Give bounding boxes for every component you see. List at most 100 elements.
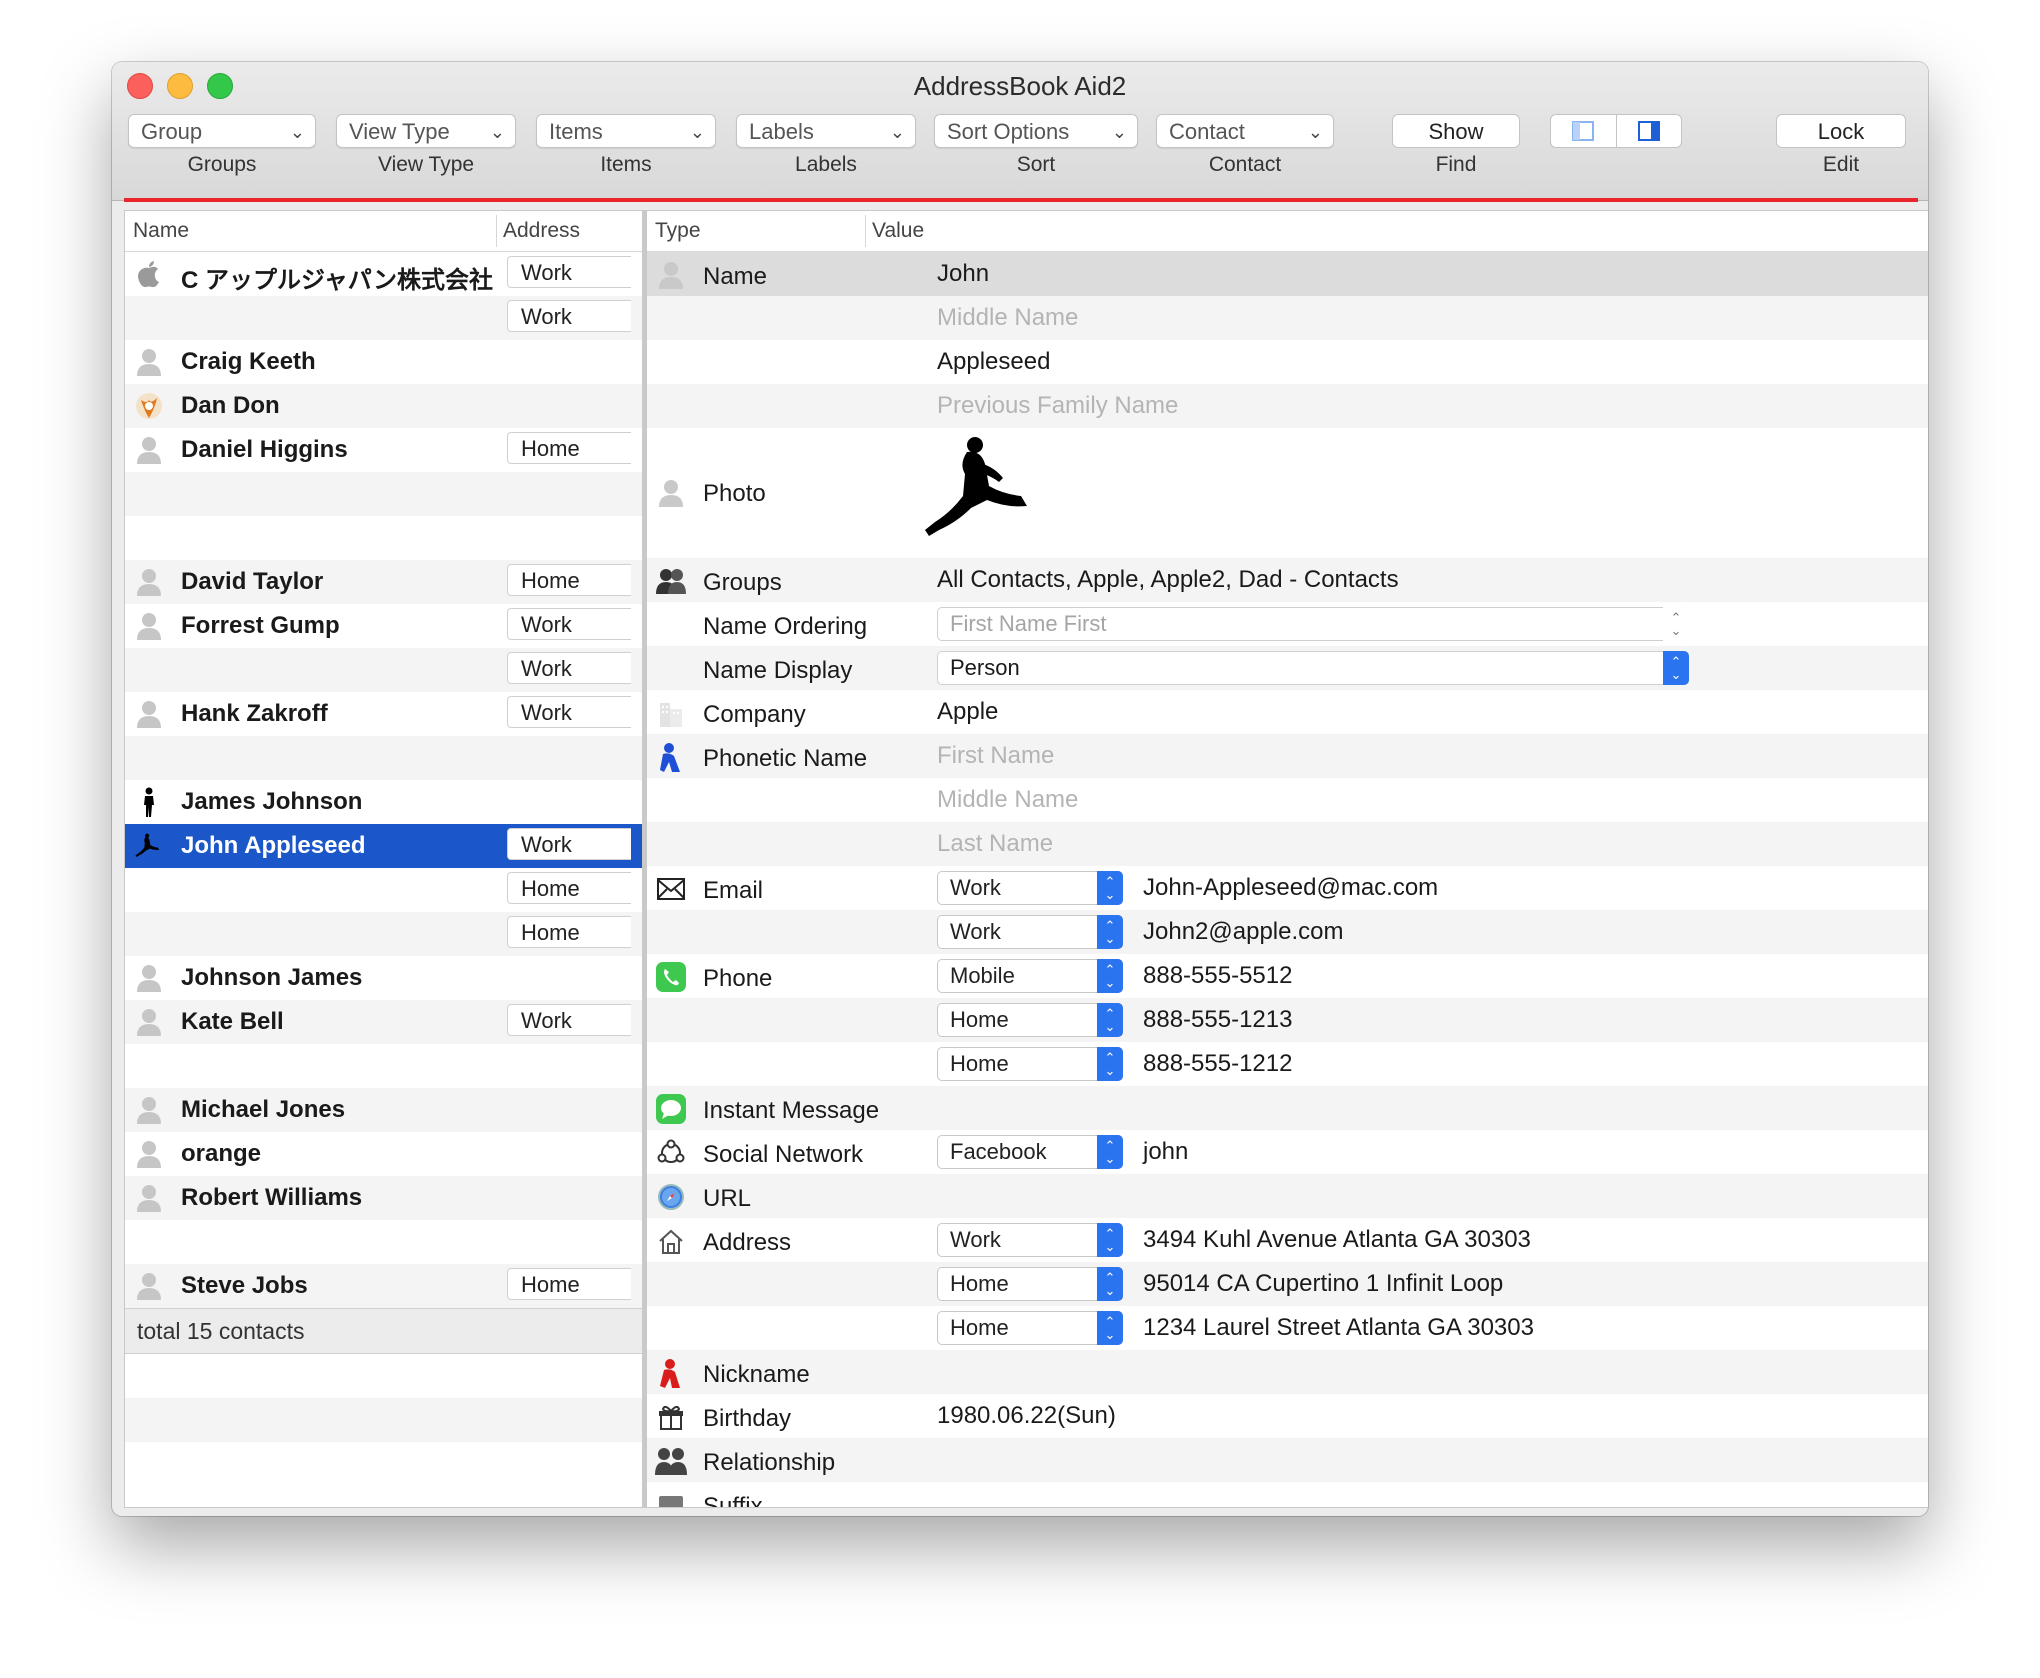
address-label-tag[interactable]: Work bbox=[507, 696, 631, 728]
address-value[interactable]: 1234 Laurel Street Atlanta GA 30303 bbox=[1143, 1314, 1534, 1342]
phone-label-popup[interactable]: Mobile ⌃ ⌄ bbox=[937, 959, 1123, 993]
nickname-row[interactable]: Nickname bbox=[647, 1350, 1928, 1394]
contact-row[interactable]: Johnson James bbox=[125, 956, 643, 1000]
address-label-tag[interactable]: Work bbox=[507, 256, 631, 288]
email-row[interactable]: Email Work ⌃ ⌄ John-Appleseed@mac.com bbox=[647, 866, 1928, 910]
address-label-tag[interactable]: Home bbox=[507, 564, 631, 596]
contact-row[interactable] bbox=[125, 736, 643, 780]
last-name-row[interactable]: Appleseed bbox=[647, 340, 1928, 384]
social-network-label-popup[interactable]: Facebook ⌃ ⌄ bbox=[937, 1135, 1123, 1169]
first-name-value[interactable]: John bbox=[937, 260, 989, 288]
phonetic-last-name-placeholder[interactable]: Last Name bbox=[937, 830, 1053, 858]
address-label-tag[interactable]: Home bbox=[507, 432, 631, 464]
contact-row[interactable]: Work bbox=[125, 648, 643, 692]
groups-row[interactable]: Groups All Contacts, Apple, Apple2, Dad … bbox=[647, 558, 1928, 602]
contact-row[interactable] bbox=[125, 472, 643, 516]
address-label-tag[interactable]: Home bbox=[507, 916, 631, 948]
group-popup[interactable]: Group ⌄ bbox=[128, 114, 316, 148]
social-network-row[interactable]: Social Network Facebook ⌃ ⌄ john bbox=[647, 1130, 1928, 1174]
phone-value[interactable]: 888-555-1212 bbox=[1143, 1050, 1292, 1078]
phone-value[interactable]: 888-555-1213 bbox=[1143, 1006, 1292, 1034]
suffix-row[interactable]: Suffix bbox=[647, 1482, 1928, 1507]
contact-row[interactable] bbox=[125, 516, 643, 560]
left-pane-icon[interactable] bbox=[1551, 115, 1617, 147]
address-label-popup[interactable]: Home ⌃ ⌄ bbox=[937, 1311, 1123, 1345]
birthday-row[interactable]: Birthday 1980.06.22(Sun) bbox=[647, 1394, 1928, 1438]
phone-row[interactable]: Home ⌃ ⌄ 888-555-1212 bbox=[647, 1042, 1928, 1086]
phone-label-popup[interactable]: Home ⌃ ⌄ bbox=[937, 1003, 1123, 1037]
value-column-header[interactable]: Value bbox=[872, 219, 924, 243]
address-value[interactable]: 3494 Kuhl Avenue Atlanta GA 30303 bbox=[1143, 1226, 1531, 1254]
previous-family-name-row[interactable]: Previous Family Name bbox=[647, 384, 1928, 428]
items-popup[interactable]: Items ⌄ bbox=[536, 114, 716, 148]
contact-row[interactable]: Home bbox=[125, 912, 643, 956]
address-label-tag[interactable]: Work bbox=[507, 652, 631, 684]
company-value[interactable]: Apple bbox=[937, 698, 998, 726]
contact-photo[interactable] bbox=[923, 434, 1043, 549]
address-row[interactable]: Home ⌃ ⌄ 1234 Laurel Street Atlanta GA 303… bbox=[647, 1306, 1928, 1350]
birthday-value[interactable]: 1980.06.22(Sun) bbox=[937, 1402, 1116, 1430]
contact-row[interactable]: Daniel Higgins Home bbox=[125, 428, 643, 472]
url-row[interactable]: URL bbox=[647, 1174, 1928, 1218]
company-row[interactable]: Company Apple bbox=[647, 690, 1928, 734]
type-column-header[interactable]: Type bbox=[655, 219, 701, 243]
contact-row[interactable]: Steve Jobs Home bbox=[125, 1264, 643, 1308]
address-row[interactable]: Address Work ⌃ ⌄ 3494 Kuhl Avenue Atlanta … bbox=[647, 1218, 1928, 1262]
show-button[interactable]: Show bbox=[1392, 114, 1520, 148]
address-value[interactable]: 95014 CA Cupertino 1 Infinit Loop bbox=[1143, 1270, 1503, 1298]
address-label-tag[interactable]: Work bbox=[507, 608, 631, 640]
name-display-popup[interactable]: Person ⌃ ⌄ bbox=[937, 651, 1689, 685]
email-label-popup[interactable]: Work ⌃ ⌄ bbox=[937, 915, 1123, 949]
contact-row[interactable]: C アップルジャパン株式会社 Work bbox=[125, 252, 643, 296]
phonetic-middle-name-row[interactable]: Middle Name bbox=[647, 778, 1928, 822]
contact-row[interactable]: Robert Williams bbox=[125, 1176, 643, 1220]
name-column-header[interactable]: Name bbox=[133, 219, 189, 243]
address-label-popup[interactable]: Home ⌃ ⌄ bbox=[937, 1267, 1123, 1301]
name-row[interactable]: Name John bbox=[647, 252, 1928, 296]
contact-popup[interactable]: Contact ⌄ bbox=[1156, 114, 1334, 148]
lock-button[interactable]: Lock bbox=[1776, 114, 1906, 148]
phonetic-middle-name-placeholder[interactable]: Middle Name bbox=[937, 786, 1078, 814]
contact-row[interactable]: Michael Jones bbox=[125, 1088, 643, 1132]
phone-label-popup[interactable]: Home ⌃ ⌄ bbox=[937, 1047, 1123, 1081]
contact-row[interactable] bbox=[125, 1044, 643, 1088]
email-value[interactable]: John-Appleseed@mac.com bbox=[1143, 874, 1438, 902]
address-row[interactable]: Home ⌃ ⌄ 95014 CA Cupertino 1 Infinit Loop bbox=[647, 1262, 1928, 1306]
contact-row[interactable]: Craig Keeth bbox=[125, 340, 643, 384]
middle-name-row[interactable]: Middle Name bbox=[647, 296, 1928, 340]
contact-row[interactable]: James Johnson bbox=[125, 780, 643, 824]
previous-family-name-placeholder[interactable]: Previous Family Name bbox=[937, 392, 1178, 420]
column-separator[interactable] bbox=[865, 215, 866, 247]
address-label-tag[interactable]: Home bbox=[507, 872, 631, 904]
address-label-popup[interactable]: Work ⌃ ⌄ bbox=[937, 1223, 1123, 1257]
address-label-tag[interactable]: Work bbox=[507, 1004, 631, 1036]
contact-row[interactable]: Home bbox=[125, 868, 643, 912]
contact-row[interactable]: Kate Bell Work bbox=[125, 1000, 643, 1044]
right-pane-icon[interactable] bbox=[1617, 115, 1682, 147]
phone-row[interactable]: Home ⌃ ⌄ 888-555-1213 bbox=[647, 998, 1928, 1042]
middle-name-placeholder[interactable]: Middle Name bbox=[937, 304, 1078, 332]
photo-row[interactable]: Photo bbox=[647, 428, 1928, 558]
address-label-tag[interactable]: Work bbox=[507, 828, 631, 860]
contact-row[interactable]: Dan Don bbox=[125, 384, 643, 428]
sort-options-popup[interactable]: Sort Options ⌄ bbox=[934, 114, 1138, 148]
address-label-tag[interactable]: Home bbox=[507, 1268, 631, 1300]
contact-row[interactable]: Forrest Gump Work bbox=[125, 604, 643, 648]
contact-row[interactable]: orange bbox=[125, 1132, 643, 1176]
column-separator[interactable] bbox=[496, 215, 497, 247]
email-label-popup[interactable]: Work ⌃ ⌄ bbox=[937, 871, 1123, 905]
address-label-tag[interactable]: Work bbox=[507, 300, 631, 332]
name-ordering-popup[interactable]: First Name First ⌃ ⌄ bbox=[937, 607, 1689, 641]
contact-row[interactable]: John Appleseed Work bbox=[125, 824, 643, 868]
contact-row[interactable]: Hank Zakroff Work bbox=[125, 692, 643, 736]
email-row[interactable]: Work ⌃ ⌄ John2@apple.com bbox=[647, 910, 1928, 954]
contact-row[interactable] bbox=[125, 1220, 643, 1264]
phone-value[interactable]: 888-555-5512 bbox=[1143, 962, 1292, 990]
phonetic-first-name-row[interactable]: Phonetic Name First Name bbox=[647, 734, 1928, 778]
email-value[interactable]: John2@apple.com bbox=[1143, 918, 1343, 946]
view-type-popup[interactable]: View Type ⌄ bbox=[336, 114, 516, 148]
labels-popup[interactable]: Labels ⌄ bbox=[736, 114, 916, 148]
instant-message-row[interactable]: Instant Message bbox=[647, 1086, 1928, 1130]
relationship-row[interactable]: Relationship bbox=[647, 1438, 1928, 1482]
contact-row[interactable]: David Taylor Home bbox=[125, 560, 643, 604]
